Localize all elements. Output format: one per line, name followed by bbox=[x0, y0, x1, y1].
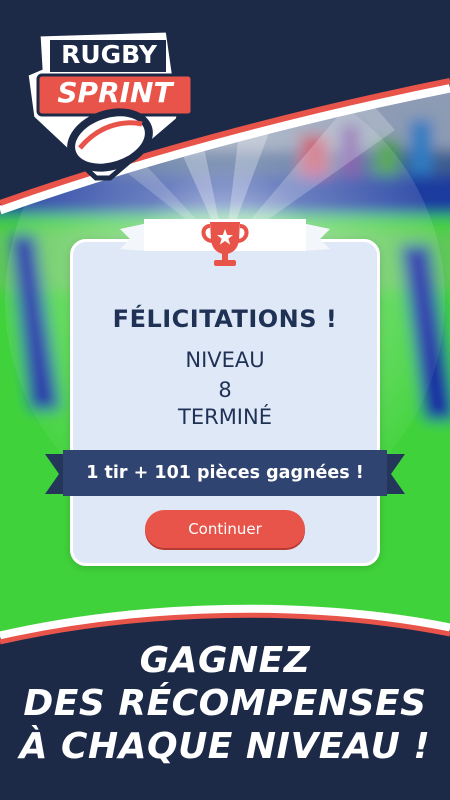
promo-line-3: À CHAQUE NIVEAU ! bbox=[19, 726, 431, 767]
congratulations-title: FÉLICITATIONS ! bbox=[112, 305, 338, 333]
game-logo: RUGBY SPRINT bbox=[18, 20, 198, 185]
level-status: TERMINÉ bbox=[178, 405, 272, 429]
continue-button[interactable]: Continuer bbox=[145, 510, 305, 548]
logo-rugby-text: RUGBY bbox=[61, 40, 157, 69]
logo-sprint-text: SPRINT bbox=[57, 76, 173, 109]
level-number: 8 bbox=[218, 378, 232, 402]
promo-line-1: GAGNEZ bbox=[139, 640, 311, 681]
trophy-icon bbox=[201, 222, 249, 266]
promo-line-2: DES RÉCOMPENSES bbox=[23, 683, 427, 724]
level-label: NIVEAU bbox=[185, 348, 265, 372]
game-screen: RUGBY SPRINT FÉLICITATIONS ! NIVEAU 8 TE… bbox=[0, 0, 450, 800]
reward-text: 1 tir + 101 pièces gagnées ! bbox=[86, 463, 364, 483]
